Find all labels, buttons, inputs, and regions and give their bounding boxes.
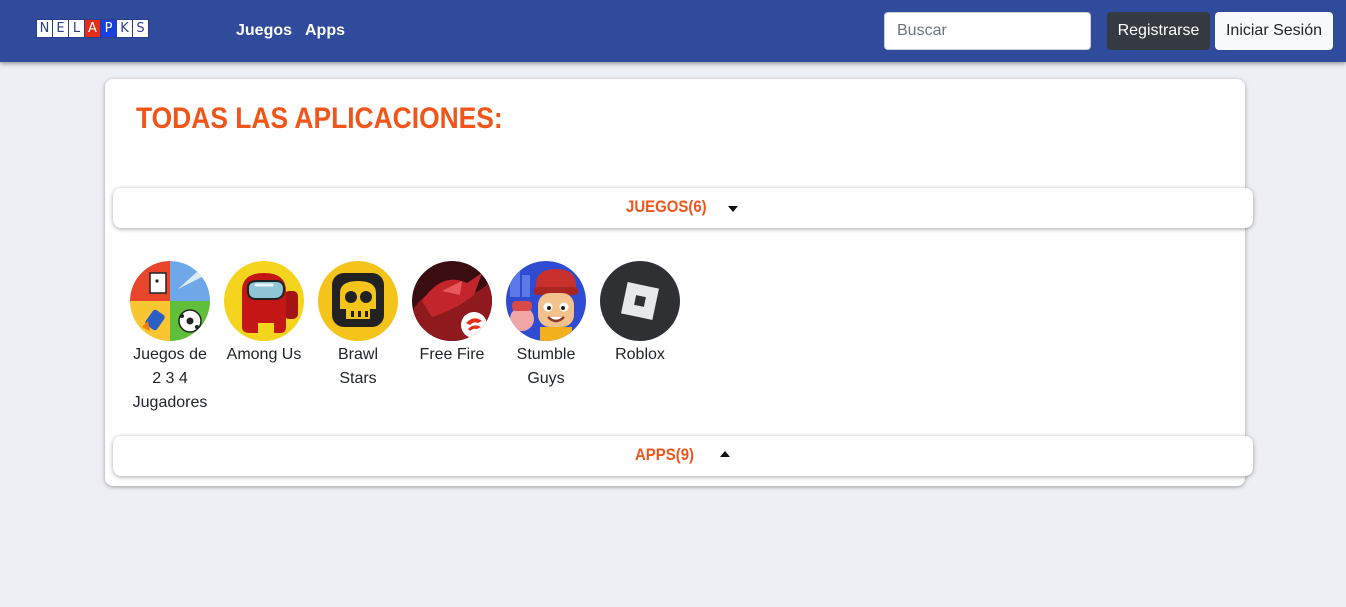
site-logo[interactable]: N E L A P K S bbox=[36, 19, 149, 38]
game-name: Free Fire bbox=[419, 346, 485, 363]
nav-link-juegos[interactable]: Juegos bbox=[236, 22, 292, 40]
login-button[interactable]: Iniciar Sesión bbox=[1215, 12, 1333, 50]
section-label: JUEGOS(6) bbox=[626, 197, 707, 216]
navbar: N E L A P K S Juegos Apps Registrarse In… bbox=[0, 0, 1346, 62]
register-button[interactable]: Registrarse bbox=[1107, 12, 1210, 50]
game-name: Roblox bbox=[615, 346, 665, 363]
roblox-icon bbox=[600, 261, 680, 341]
page-title: TODAS LAS APLICACIONES: bbox=[136, 102, 503, 135]
game-name: Brawl Stars bbox=[337, 346, 378, 387]
nav-link-apps[interactable]: Apps bbox=[305, 22, 345, 40]
brawl-stars-icon bbox=[318, 261, 398, 341]
logo-letter: P bbox=[100, 19, 117, 38]
free-fire-icon bbox=[412, 261, 492, 341]
section-label: APPS(9) bbox=[635, 445, 695, 464]
logo-letter: S bbox=[132, 19, 149, 38]
game-item[interactable]: Among Us bbox=[217, 261, 311, 415]
game-item[interactable]: Stumble Guys bbox=[499, 261, 593, 415]
logo-letter: E bbox=[52, 19, 69, 38]
game-item[interactable]: Roblox bbox=[593, 261, 687, 415]
games-list: Juegos de 2 3 4 Jugadores Among Us Brawl… bbox=[123, 261, 687, 415]
logo-letter: N bbox=[36, 19, 53, 38]
stumble-guys-icon bbox=[506, 261, 586, 341]
game-name: Stumble Guys bbox=[516, 346, 576, 387]
game-name: Juegos de 2 3 4 Jugadores bbox=[132, 346, 208, 411]
section-toggle-juegos[interactable]: JUEGOS(6) bbox=[113, 188, 1253, 228]
logo-letter: L bbox=[68, 19, 85, 38]
logo-letter: A bbox=[84, 19, 101, 38]
game-name: Among Us bbox=[226, 346, 302, 363]
game-item[interactable]: Free Fire bbox=[405, 261, 499, 415]
caret-up-icon bbox=[720, 451, 730, 457]
section-toggle-apps[interactable]: APPS(9) bbox=[113, 436, 1253, 476]
game-item[interactable]: Brawl Stars bbox=[311, 261, 405, 415]
among-us-icon bbox=[224, 261, 304, 341]
caret-down-icon bbox=[728, 206, 738, 212]
game-item[interactable]: Juegos de 2 3 4 Jugadores bbox=[123, 261, 217, 415]
multiplayer-games-icon bbox=[130, 261, 210, 341]
logo-letter: K bbox=[116, 19, 133, 38]
search-input[interactable] bbox=[884, 12, 1091, 50]
